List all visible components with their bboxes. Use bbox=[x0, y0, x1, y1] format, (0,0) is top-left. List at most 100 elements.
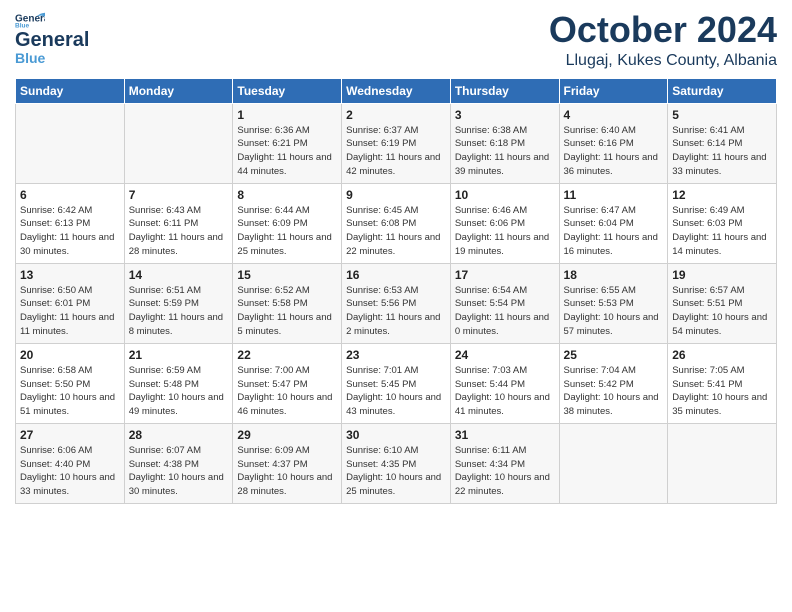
logo-general: General bbox=[15, 30, 89, 50]
day-number: 13 bbox=[20, 268, 120, 282]
day-info: Sunrise: 6:53 AMSunset: 5:56 PMDaylight:… bbox=[346, 284, 446, 339]
calendar-cell: 31Sunrise: 6:11 AMSunset: 4:34 PMDayligh… bbox=[450, 423, 559, 503]
calendar-cell: 14 Sunrise: 6:51 AMSunset: 5:59 PMDayligh… bbox=[124, 263, 233, 343]
day-number: 2 bbox=[346, 108, 446, 122]
logo-icon: General Blue bbox=[15, 10, 45, 30]
day-info: Sunrise: 6:49 AMSunset: 6:03 PMDaylight:… bbox=[672, 204, 772, 259]
calendar-cell: 28 Sunrise: 6:07 AMSunset: 4:38 PMDayligh… bbox=[124, 423, 233, 503]
calendar-cell: 8 Sunrise: 6:44 AMSunset: 6:09 PMDaylight… bbox=[233, 183, 342, 263]
day-number: 27 bbox=[20, 428, 120, 442]
calendar-cell: 29Sunrise: 6:09 AMSunset: 4:37 PMDayligh… bbox=[233, 423, 342, 503]
calendar-cell bbox=[559, 423, 668, 503]
month-title: October 2024 bbox=[549, 10, 777, 50]
day-info: Sunrise: 7:01 AMSunset: 5:45 PMDaylight:… bbox=[346, 364, 446, 419]
day-number: 26 bbox=[672, 348, 772, 362]
calendar-cell: 1 Sunrise: 6:36 AMSunset: 6:21 PMDaylight… bbox=[233, 103, 342, 183]
day-number: 18 bbox=[564, 268, 664, 282]
calendar-week-5: 27 Sunrise: 6:06 AMSunset: 4:40 PMDayligh… bbox=[16, 423, 777, 503]
calendar-cell: 13Sunrise: 6:50 AMSunset: 6:01 PMDayligh… bbox=[16, 263, 125, 343]
day-info: Sunrise: 6:37 AMSunset: 6:19 PMDaylight:… bbox=[346, 124, 446, 179]
calendar-cell: 15 Sunrise: 6:52 AMSunset: 5:58 PMDayligh… bbox=[233, 263, 342, 343]
day-number: 29 bbox=[237, 428, 337, 442]
day-info: Sunrise: 6:10 AMSunset: 4:35 PMDaylight:… bbox=[346, 444, 446, 499]
title-block: October 2024 Llugaj, Kukes County, Alban… bbox=[549, 10, 777, 70]
day-header-sunday: Sunday bbox=[16, 78, 125, 103]
calendar-cell: 11Sunrise: 6:47 AMSunset: 6:04 PMDayligh… bbox=[559, 183, 668, 263]
calendar-cell: 3 Sunrise: 6:38 AMSunset: 6:18 PMDaylight… bbox=[450, 103, 559, 183]
day-number: 4 bbox=[564, 108, 664, 122]
day-info: Sunrise: 6:38 AMSunset: 6:18 PMDaylight:… bbox=[455, 124, 555, 179]
day-number: 20 bbox=[20, 348, 120, 362]
day-number: 1 bbox=[237, 108, 337, 122]
day-number: 16 bbox=[346, 268, 446, 282]
day-number: 15 bbox=[237, 268, 337, 282]
day-number: 30 bbox=[346, 428, 446, 442]
calendar-cell bbox=[16, 103, 125, 183]
day-info: Sunrise: 7:00 AMSunset: 5:47 PMDaylight:… bbox=[237, 364, 337, 419]
day-info: Sunrise: 6:06 AMSunset: 4:40 PMDaylight:… bbox=[20, 444, 120, 499]
day-info: Sunrise: 6:54 AMSunset: 5:54 PMDaylight:… bbox=[455, 284, 555, 339]
day-info: Sunrise: 6:40 AMSunset: 6:16 PMDaylight:… bbox=[564, 124, 664, 179]
day-number: 25 bbox=[564, 348, 664, 362]
calendar-cell: 12 Sunrise: 6:49 AMSunset: 6:03 PMDayligh… bbox=[668, 183, 777, 263]
calendar-cell: 18 Sunrise: 6:55 AMSunset: 5:53 PMDayligh… bbox=[559, 263, 668, 343]
day-info: Sunrise: 7:04 AMSunset: 5:42 PMDaylight:… bbox=[564, 364, 664, 419]
day-number: 8 bbox=[237, 188, 337, 202]
calendar-week-1: 1 Sunrise: 6:36 AMSunset: 6:21 PMDaylight… bbox=[16, 103, 777, 183]
day-info: Sunrise: 6:59 AMSunset: 5:48 PMDaylight:… bbox=[129, 364, 229, 419]
calendar-cell: 25 Sunrise: 7:04 AMSunset: 5:42 PMDayligh… bbox=[559, 343, 668, 423]
day-info: Sunrise: 6:07 AMSunset: 4:38 PMDaylight:… bbox=[129, 444, 229, 499]
calendar-cell: 20 Sunrise: 6:58 AMSunset: 5:50 PMDayligh… bbox=[16, 343, 125, 423]
day-header-monday: Monday bbox=[124, 78, 233, 103]
calendar-cell: 7 Sunrise: 6:43 AMSunset: 6:11 PMDaylight… bbox=[124, 183, 233, 263]
day-header-friday: Friday bbox=[559, 78, 668, 103]
day-number: 10 bbox=[455, 188, 555, 202]
day-info: Sunrise: 6:45 AMSunset: 6:08 PMDaylight:… bbox=[346, 204, 446, 259]
day-header-thursday: Thursday bbox=[450, 78, 559, 103]
calendar-cell: 2 Sunrise: 6:37 AMSunset: 6:19 PMDaylight… bbox=[342, 103, 451, 183]
day-number: 5 bbox=[672, 108, 772, 122]
day-number: 19 bbox=[672, 268, 772, 282]
day-header-tuesday: Tuesday bbox=[233, 78, 342, 103]
day-number: 17 bbox=[455, 268, 555, 282]
day-number: 28 bbox=[129, 428, 229, 442]
calendar-cell: 22 Sunrise: 7:00 AMSunset: 5:47 PMDayligh… bbox=[233, 343, 342, 423]
logo-blue: Blue bbox=[15, 50, 45, 66]
header-row: SundayMondayTuesdayWednesdayThursdayFrid… bbox=[16, 78, 777, 103]
calendar-cell: 26Sunrise: 7:05 AMSunset: 5:41 PMDayligh… bbox=[668, 343, 777, 423]
day-info: Sunrise: 6:11 AMSunset: 4:34 PMDaylight:… bbox=[455, 444, 555, 499]
day-number: 6 bbox=[20, 188, 120, 202]
calendar-cell bbox=[124, 103, 233, 183]
day-info: Sunrise: 6:57 AMSunset: 5:51 PMDaylight:… bbox=[672, 284, 772, 339]
day-number: 12 bbox=[672, 188, 772, 202]
calendar-cell: 23 Sunrise: 7:01 AMSunset: 5:45 PMDayligh… bbox=[342, 343, 451, 423]
day-info: Sunrise: 7:03 AMSunset: 5:44 PMDaylight:… bbox=[455, 364, 555, 419]
calendar-cell: 30 Sunrise: 6:10 AMSunset: 4:35 PMDayligh… bbox=[342, 423, 451, 503]
calendar-cell: 9 Sunrise: 6:45 AMSunset: 6:08 PMDaylight… bbox=[342, 183, 451, 263]
calendar-cell: 19 Sunrise: 6:57 AMSunset: 5:51 PMDayligh… bbox=[668, 263, 777, 343]
day-number: 22 bbox=[237, 348, 337, 362]
day-info: Sunrise: 6:44 AMSunset: 6:09 PMDaylight:… bbox=[237, 204, 337, 259]
calendar-cell: 24 Sunrise: 7:03 AMSunset: 5:44 PMDayligh… bbox=[450, 343, 559, 423]
day-info: Sunrise: 6:42 AMSunset: 6:13 PMDaylight:… bbox=[20, 204, 120, 259]
day-info: Sunrise: 6:41 AMSunset: 6:14 PMDaylight:… bbox=[672, 124, 772, 179]
calendar-cell: 10 Sunrise: 6:46 AMSunset: 6:06 PMDayligh… bbox=[450, 183, 559, 263]
day-info: Sunrise: 6:52 AMSunset: 5:58 PMDaylight:… bbox=[237, 284, 337, 339]
day-number: 23 bbox=[346, 348, 446, 362]
day-info: Sunrise: 6:36 AMSunset: 6:21 PMDaylight:… bbox=[237, 124, 337, 179]
day-info: Sunrise: 6:55 AMSunset: 5:53 PMDaylight:… bbox=[564, 284, 664, 339]
day-number: 14 bbox=[129, 268, 229, 282]
calendar-week-3: 13Sunrise: 6:50 AMSunset: 6:01 PMDayligh… bbox=[16, 263, 777, 343]
day-number: 7 bbox=[129, 188, 229, 202]
day-info: Sunrise: 6:43 AMSunset: 6:11 PMDaylight:… bbox=[129, 204, 229, 259]
calendar-table: SundayMondayTuesdayWednesdayThursdayFrid… bbox=[15, 78, 777, 504]
day-number: 24 bbox=[455, 348, 555, 362]
day-info: Sunrise: 6:58 AMSunset: 5:50 PMDaylight:… bbox=[20, 364, 120, 419]
day-info: Sunrise: 6:46 AMSunset: 6:06 PMDaylight:… bbox=[455, 204, 555, 259]
calendar-week-4: 20 Sunrise: 6:58 AMSunset: 5:50 PMDayligh… bbox=[16, 343, 777, 423]
day-info: Sunrise: 6:51 AMSunset: 5:59 PMDaylight:… bbox=[129, 284, 229, 339]
day-number: 11 bbox=[564, 188, 664, 202]
day-number: 9 bbox=[346, 188, 446, 202]
day-number: 3 bbox=[455, 108, 555, 122]
header: General Blue General Blue October 2024 L… bbox=[15, 10, 777, 70]
